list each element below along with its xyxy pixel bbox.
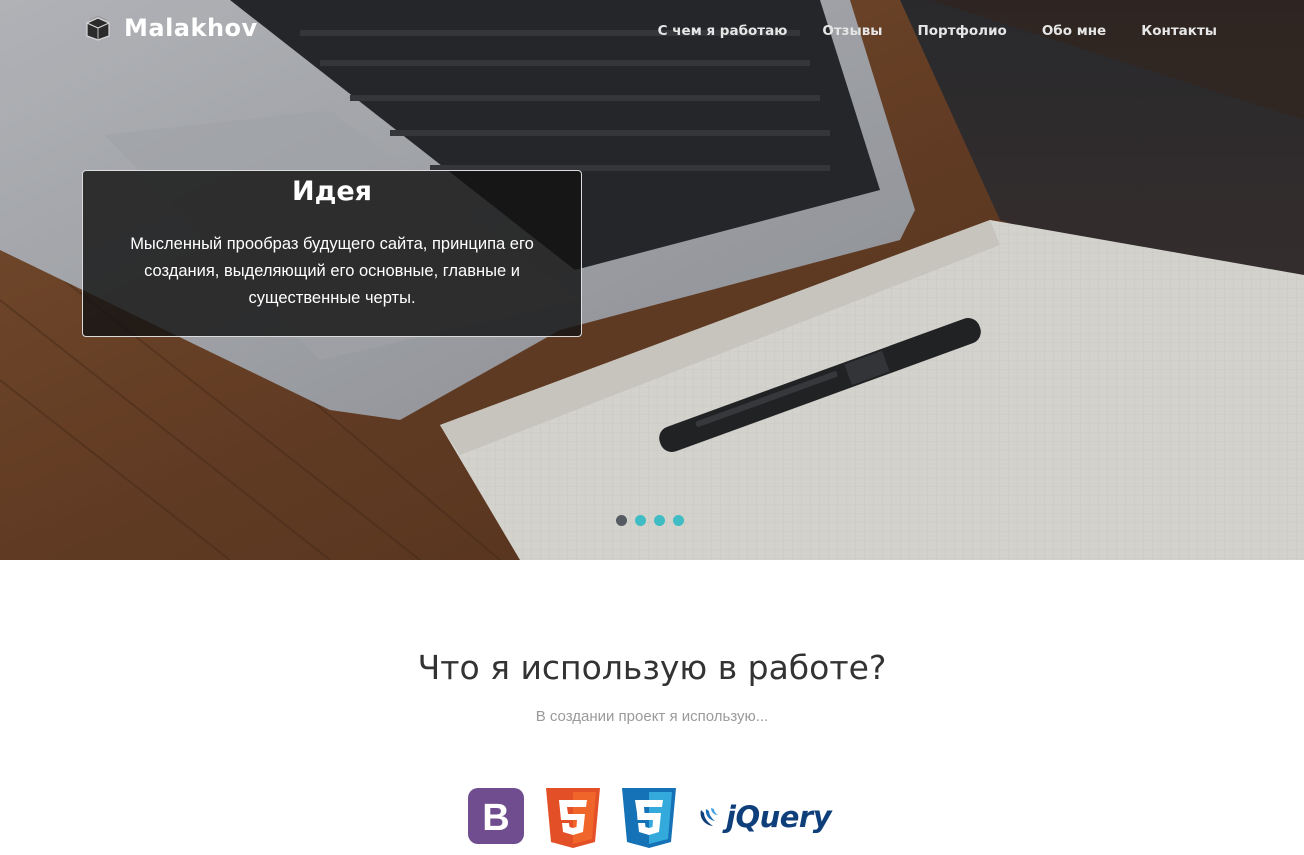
- slide-indicator-4[interactable]: [673, 515, 684, 526]
- slider-indicators: [616, 515, 692, 526]
- css3-logo-icon: [622, 788, 676, 848]
- tools-logos: B jQuery: [0, 788, 1304, 848]
- nav-item-about[interactable]: Обо мне: [1042, 23, 1106, 39]
- brand-link[interactable]: Malakhov: [84, 14, 258, 42]
- jquery-swirl-icon: [700, 808, 718, 826]
- html5-logo-icon: [546, 788, 600, 848]
- slide-indicator-1[interactable]: [616, 515, 627, 526]
- nav-item-portfolio[interactable]: Портфолио: [917, 23, 1006, 39]
- jquery-logo-icon: jQuery: [698, 800, 832, 834]
- bootstrap-logo-icon: B: [468, 788, 524, 844]
- tools-subtitle: В создании проект я использую...: [535, 708, 769, 725]
- svg-text:B: B: [482, 797, 509, 839]
- nav-item-reviews[interactable]: Отзывы: [822, 23, 882, 39]
- slide-indicator-2[interactable]: [635, 515, 646, 526]
- slide-indicator-3[interactable]: [654, 515, 665, 526]
- tray-box-icon: [86, 15, 110, 41]
- nav-item-contacts[interactable]: Контакты: [1141, 23, 1217, 39]
- hero-slider: Malakhov С чем я работаю Отзывы Портфоли…: [0, 0, 1304, 560]
- tools-title: Что я использую в работе?: [417, 648, 887, 687]
- navbar: Malakhov С чем я работаю Отзывы Портфоли…: [0, 0, 1304, 62]
- nav-item-services[interactable]: С чем я работаю: [658, 23, 788, 39]
- brand-name: Malakhov: [124, 14, 258, 42]
- slide-caption-title: Идея: [291, 176, 373, 207]
- tools-section: Что я использую в работе? В создании про…: [0, 560, 1304, 855]
- slide-caption-text: Мысленный прообраз будущего сайта, принц…: [130, 235, 534, 307]
- jquery-logo-text: jQuery: [726, 800, 832, 834]
- slide-caption: Идея Мысленный прообраз будущего сайта, …: [82, 170, 582, 337]
- main-nav: С чем я работаю Отзывы Портфолио Обо мне…: [623, 23, 1217, 39]
